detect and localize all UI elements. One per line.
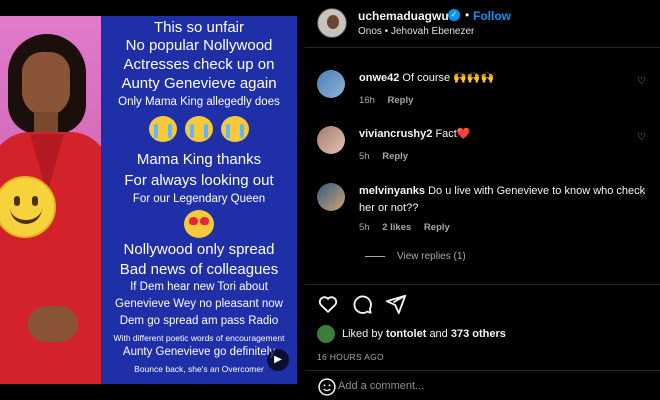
verified-badge-icon: ✓ — [448, 9, 460, 21]
add-comment-bar: Add a comment... — [305, 370, 660, 400]
photo-face — [22, 52, 70, 116]
likes-others-count[interactable]: 373 others — [451, 328, 506, 340]
liker-avatar[interactable] — [317, 325, 335, 343]
commenter-avatar[interactable] — [317, 183, 345, 211]
comment-text: Of course 🙌🙌🙌 — [402, 72, 495, 84]
likes-conj: and — [429, 328, 448, 340]
commenter-avatar[interactable] — [317, 126, 345, 154]
post-details-panel: uchemaduagwu ✓ • Follow Onos • Jehovah E… — [305, 0, 660, 400]
comment-bubble-icon[interactable] — [351, 293, 373, 315]
comment-time: 5h — [359, 151, 370, 162]
comment-text: Fact❤️ — [435, 128, 471, 140]
post-header: uchemaduagwu ✓ • Follow Onos • Jehovah E… — [305, 0, 660, 48]
comment-body: viviancrushy2 Fact❤️ — [359, 126, 649, 143]
comment-meta: 16h Reply — [359, 95, 423, 106]
media-line: With different poetic words of encourage… — [113, 333, 285, 343]
commenter-avatar[interactable] — [317, 70, 345, 98]
comment-body: melvinyanks Do u live with Genevieve to … — [359, 183, 649, 217]
author-username[interactable]: uchemaduagwu — [358, 9, 449, 23]
media-line: This so unfair — [153, 19, 245, 36]
photo-hand — [28, 306, 78, 342]
emoji-picker-icon[interactable] — [317, 377, 337, 397]
post-subtitle[interactable]: Onos • Jehovah Ebenezer — [358, 26, 474, 37]
post-timestamp: 16 HOURS AGO — [317, 352, 384, 362]
likes-summary[interactable]: Liked by tontolet and 373 others — [342, 328, 506, 340]
commenter-username[interactable]: onwe42 — [359, 72, 399, 84]
audio-mute-button[interactable]: ▶ — [267, 349, 289, 371]
avatar[interactable] — [317, 8, 347, 38]
media-line: No popular Nollywood — [125, 37, 273, 54]
like-comment-heart-icon[interactable]: ♡ — [637, 76, 646, 87]
view-replies-link[interactable]: View replies (1) — [365, 251, 466, 262]
heart-eyes-row — [101, 210, 297, 243]
media-line: Actresses check up on — [123, 56, 275, 73]
commenter-username[interactable]: melvinyanks — [359, 185, 425, 197]
post-photo — [0, 16, 101, 384]
media-line: For our Legendary Queen — [132, 193, 266, 205]
media-text-panel: This so unfair No popular Nollywood Actr… — [101, 16, 297, 384]
share-send-icon[interactable] — [385, 293, 407, 315]
post-media[interactable]: This so unfair No popular Nollywood Actr… — [0, 0, 305, 400]
media-line: If Dem hear new Tori about — [130, 281, 268, 293]
like-comment-heart-icon[interactable]: ♡ — [637, 132, 646, 143]
crying-emoji-row — [101, 116, 297, 147]
comment-body: onwe42 Of course 🙌🙌🙌 — [359, 70, 649, 87]
crying-face-icon — [185, 116, 213, 142]
like-heart-icon[interactable] — [317, 293, 339, 315]
reply-button[interactable]: Reply — [388, 95, 414, 106]
media-line: Bad news of colleagues — [119, 261, 279, 278]
media-line: Aunty Genevieve again — [121, 75, 277, 92]
add-comment-input[interactable]: Add a comment... — [338, 380, 424, 392]
media-line: Bounce back, she's an Overcomer — [134, 364, 264, 374]
media-line: Nollywood only spread — [123, 241, 275, 258]
comment-meta: 5h 2 likes Reply — [359, 222, 460, 233]
like-comment-heart-icon[interactable]: ♡ — [637, 189, 646, 200]
comment-time: 5h — [359, 222, 370, 233]
heart-eyes-icon — [184, 210, 214, 238]
commenter-username[interactable]: viviancrushy2 — [359, 128, 432, 140]
comment-meta: 5h Reply — [359, 151, 418, 162]
speaker-icon: ▶ — [274, 354, 282, 365]
comment-likes[interactable]: 2 likes — [382, 222, 411, 233]
post-action-bar — [305, 284, 660, 324]
crying-face-icon — [149, 116, 177, 142]
media-line: Mama King thanks — [136, 151, 262, 168]
comment-time: 16h — [359, 95, 375, 106]
liker-username[interactable]: tontolet — [386, 328, 426, 340]
crying-face-icon — [221, 116, 249, 142]
media-line: For always looking out — [124, 172, 274, 189]
media-line: Only Mama King allegedly does — [118, 96, 280, 108]
follow-button[interactable]: Follow — [473, 9, 511, 23]
reply-button[interactable]: Reply — [382, 151, 408, 162]
likes-prefix: Liked by — [342, 328, 383, 340]
separator-dot: • — [465, 8, 470, 22]
media-line: Dem go spread am pass Radio — [119, 315, 279, 327]
media-line: Genevieve Wey no pleasant now — [115, 298, 283, 310]
reply-button[interactable]: Reply — [424, 222, 450, 233]
